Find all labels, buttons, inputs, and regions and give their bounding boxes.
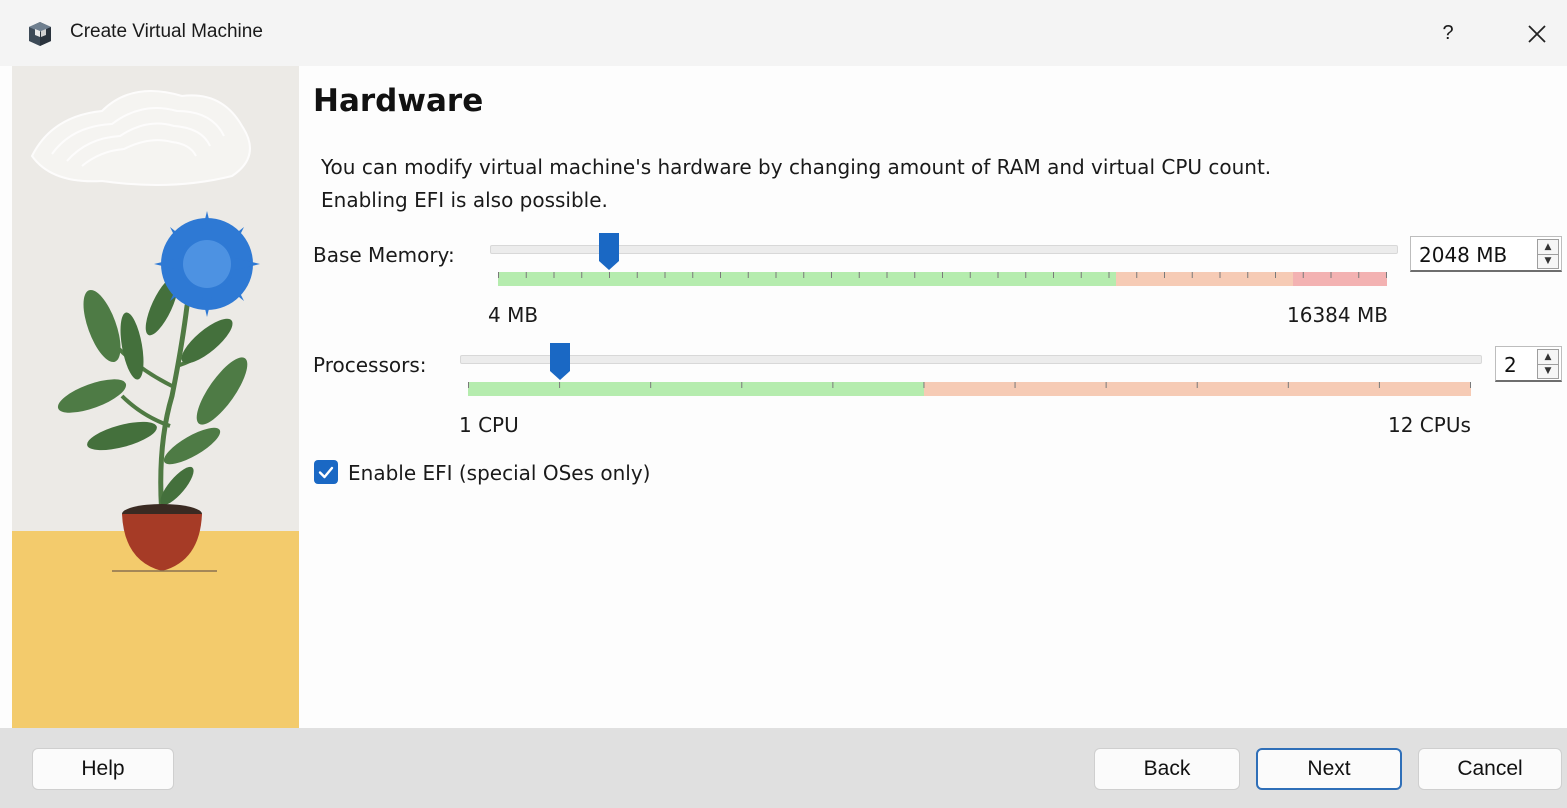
next-button[interactable]: Next: [1256, 748, 1402, 790]
help-footer-button[interactable]: Help: [32, 748, 174, 790]
processors-ticks: [468, 382, 1471, 388]
base-memory-ticks: [498, 272, 1387, 278]
memory-spin-down-icon[interactable]: ▼: [1538, 254, 1558, 268]
processors-spin-buttons[interactable]: ▲ ▼: [1537, 349, 1559, 379]
base-memory-value[interactable]: 2048 MB: [1419, 243, 1507, 267]
cpu-spin-up-icon[interactable]: ▲: [1538, 350, 1558, 365]
base-memory-spin-buttons[interactable]: ▲ ▼: [1537, 239, 1559, 269]
processors-spinbox[interactable]: 2 ▲ ▼: [1495, 346, 1562, 382]
base-memory-slider-track[interactable]: [490, 245, 1398, 254]
base-memory-label: Base Memory:: [313, 243, 455, 267]
processors-slider-track[interactable]: [460, 355, 1482, 364]
efi-checkbox-label[interactable]: Enable EFI (special OSes only): [348, 461, 650, 485]
base-memory-max-label: 16384 MB: [1287, 303, 1388, 327]
efi-checkbox[interactable]: [314, 460, 338, 484]
page-description: You can modify virtual machine's hardwar…: [321, 151, 1521, 217]
description-line-2: Enabling EFI is also possible.: [321, 188, 608, 212]
title-bar: Create Virtual Machine ?: [0, 0, 1567, 66]
help-button[interactable]: ?: [1428, 16, 1468, 50]
wizard-illustration: [12, 66, 299, 728]
processors-slider-thumb[interactable]: [548, 341, 572, 381]
base-memory-spinbox[interactable]: 2048 MB ▲ ▼: [1410, 236, 1562, 272]
base-memory-min-label: 4 MB: [488, 303, 539, 327]
cancel-button[interactable]: Cancel: [1418, 748, 1562, 790]
processors-label: Processors:: [313, 353, 427, 377]
processors-min-label: 1 CPU: [459, 413, 519, 437]
base-memory-slider-thumb[interactable]: [597, 231, 621, 271]
processors-value[interactable]: 2: [1504, 353, 1517, 377]
cpu-spin-down-icon[interactable]: ▼: [1538, 364, 1558, 378]
close-icon: [1528, 24, 1546, 43]
back-button[interactable]: Back: [1094, 748, 1240, 790]
description-line-1: You can modify virtual machine's hardwar…: [321, 155, 1272, 179]
page-title: Hardware: [313, 83, 484, 119]
memory-spin-up-icon[interactable]: ▲: [1538, 240, 1558, 255]
processors-max-label: 12 CPUs: [1388, 413, 1471, 437]
window-title: Create Virtual Machine: [70, 21, 263, 42]
checkmark-icon: [318, 466, 334, 479]
close-button[interactable]: [1512, 12, 1562, 54]
virtualbox-cube-icon: [29, 22, 51, 46]
